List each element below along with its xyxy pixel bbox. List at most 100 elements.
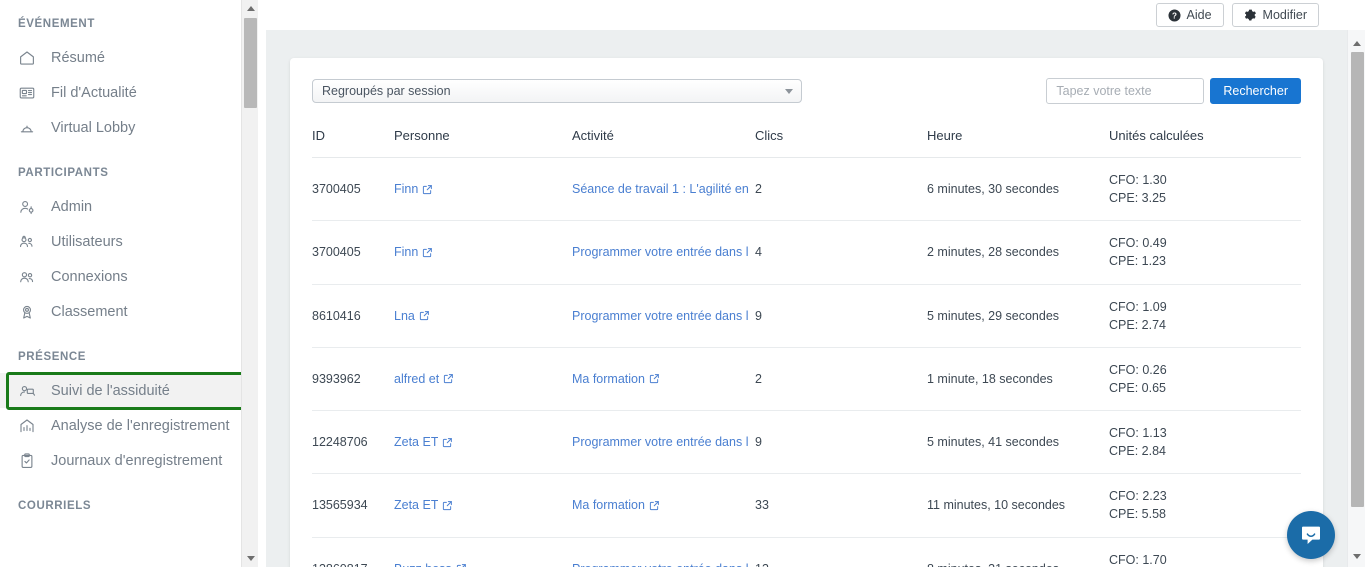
- column-header-unites[interactable]: Unités calculées: [1109, 128, 1301, 158]
- external-link-icon: [419, 310, 430, 321]
- cell-unites-calculees: CFO: 0.49 CPE: 1.23: [1109, 220, 1301, 285]
- column-header-heure[interactable]: Heure: [927, 128, 1109, 158]
- cell-personne: Lna: [394, 284, 572, 348]
- sidebar-item-admin[interactable]: Admin: [0, 189, 258, 224]
- search-button[interactable]: Rechercher: [1210, 78, 1301, 104]
- person-link[interactable]: alfred et: [394, 372, 454, 386]
- cell-personne: alfred et: [394, 347, 572, 412]
- home-icon: [18, 48, 40, 68]
- grouping-select[interactable]: Regroupés par session: [312, 79, 802, 103]
- sidebar-item-analyse-de-l-enregistrement[interactable]: Analyse de l'enregistrement: [0, 408, 258, 443]
- analytics-icon: [18, 416, 40, 436]
- person-name: Lna: [394, 308, 415, 323]
- cell-clics: 33: [755, 473, 927, 538]
- column-header-personne[interactable]: Personne: [394, 128, 572, 158]
- main-scrollbar-thumb[interactable]: [1351, 52, 1364, 507]
- sidebar-item-connexions[interactable]: Connexions: [0, 259, 258, 294]
- sidebar-item-label: Admin: [51, 198, 93, 215]
- table-row: 13860817Buzz boss Programmer votre entrée…: [312, 537, 1301, 567]
- unit-cfo: CFO: 1.70: [1109, 552, 1167, 567]
- sidebar-item-label: Utilisateurs: [51, 233, 123, 250]
- sidebar-item-label: Analyse de l'enregistrement: [51, 417, 230, 434]
- column-header-id[interactable]: ID: [312, 128, 394, 158]
- person-name: Buzz boss: [394, 562, 452, 567]
- activity-link[interactable]: Programmer votre entrée dans l'e...: [572, 562, 749, 567]
- sidebar-section-title: PRÉSENCE: [18, 351, 87, 363]
- sidebar-item-r-sum[interactable]: Résumé: [0, 40, 258, 75]
- main-scrollbar[interactable]: [1347, 30, 1365, 567]
- table-row: 12248706 Zeta ET Programmer votre entrée d…: [312, 410, 1301, 475]
- sidebar-item-virtual-lobby[interactable]: Virtual Lobby: [0, 110, 258, 145]
- sidebar-item-utilisateurs[interactable]: Utilisateurs: [0, 224, 258, 259]
- gear-icon: [1244, 9, 1257, 22]
- sidebar-scrollbar[interactable]: [241, 0, 258, 567]
- unit-cfo: CFO: 1.30: [1109, 173, 1167, 187]
- search-input[interactable]: [1046, 78, 1205, 104]
- connections-icon: [18, 267, 40, 287]
- person-link[interactable]: Zeta ET: [394, 498, 453, 512]
- person-link[interactable]: Finn: [394, 245, 433, 259]
- grouping-select-wrapper[interactable]: Regroupés par session: [312, 79, 802, 103]
- cell-activite: Ma formation: [572, 473, 755, 538]
- sidebar-item-fil-d-actualit[interactable]: Fil d'Actualité: [0, 75, 258, 110]
- external-link-icon: [649, 373, 660, 384]
- person-link[interactable]: Lna: [394, 309, 430, 323]
- app-root: ÉVÉNEMENT Résumé Fil d'Actualité Virtual Lo…: [0, 0, 1365, 567]
- activity-link[interactable]: Programmer votre entrée dans l'e...: [572, 245, 749, 259]
- cell-personne: Zeta ET: [394, 473, 572, 538]
- cell-activite: Séance de travail 1 : L'agilité en p...: [572, 157, 755, 222]
- cell-id: 9393962: [312, 347, 394, 412]
- edit-button[interactable]: Modifier: [1231, 3, 1319, 27]
- cell-unites-calculees: CFO: 1.70CPE: 4.25: [1109, 537, 1301, 567]
- activity-link[interactable]: Ma formation: [572, 498, 660, 512]
- unit-cfo: CFO: 0.26: [1109, 362, 1167, 377]
- cell-personne: Finn: [394, 157, 572, 222]
- main-scroll-down-icon[interactable]: [1348, 547, 1365, 565]
- sidebar-item-label: Résumé: [51, 49, 105, 66]
- cell-heure: 5 minutes, 29 secondes: [927, 284, 1109, 348]
- attendance-card: Regroupés par session Rechercher: [290, 58, 1323, 567]
- column-header-activite[interactable]: Activité: [572, 128, 755, 158]
- attendance-table: ID Personne Activité Clics Heure Unités …: [312, 128, 1301, 567]
- intercom-chat-button[interactable]: [1287, 511, 1335, 559]
- column-header-clics[interactable]: Clics: [755, 128, 927, 158]
- cell-personne: Finn: [394, 220, 572, 285]
- sidebar-item-label: Connexions: [51, 268, 128, 285]
- cell-id: 13860817: [312, 537, 394, 567]
- cell-clics: 9: [755, 284, 927, 348]
- external-link-icon: [456, 563, 467, 567]
- cell-activite: Programmer votre entrée dans l'e...: [572, 410, 755, 475]
- person-name: alfred et: [394, 371, 440, 386]
- sidebar-item-classement[interactable]: Classement: [0, 294, 258, 329]
- table-header: ID Personne Activité Clics Heure Unités …: [312, 128, 1301, 158]
- main-scroll-up-icon[interactable]: [1348, 34, 1365, 52]
- unit-cfo: CFO: 1.09: [1109, 299, 1167, 314]
- table-row: 3700405 Finn Programmer votre entrée dans …: [312, 220, 1301, 285]
- external-link-icon: [442, 437, 453, 448]
- cell-personne: Buzz boss: [394, 537, 572, 567]
- person-link[interactable]: Buzz boss: [394, 562, 467, 567]
- person-link[interactable]: Finn: [394, 182, 433, 196]
- activity-link[interactable]: Séance de travail 1 : L'agilité en p...: [572, 182, 749, 196]
- person-link[interactable]: Zeta ET: [394, 435, 453, 449]
- cell-heure: 2 minutes, 28 secondes: [927, 220, 1109, 285]
- sidebar-scrollbar-thumb[interactable]: [244, 18, 257, 108]
- sidebar-item-journaux-d-enregistrement[interactable]: Journaux d'enregistrement: [0, 443, 258, 478]
- cell-id: 3700405: [312, 220, 394, 285]
- unit-cfo: CFO: 0.49: [1109, 236, 1167, 251]
- activity-name: Ma formation: [572, 498, 645, 513]
- cell-unites-calculees: CFO: 1.30 CPE: 3.25: [1109, 157, 1301, 222]
- help-button[interactable]: ? Aide: [1155, 3, 1224, 27]
- sidebar-scroll-up-icon[interactable]: [242, 0, 258, 17]
- activity-link[interactable]: Programmer votre entrée dans l'e...: [572, 309, 749, 323]
- search-group: Rechercher: [1046, 78, 1301, 104]
- sidebar-item-suivi-de-l-assiduit[interactable]: Suivi de l'assiduité: [0, 371, 258, 410]
- sidebar-item-label: Fil d'Actualité: [51, 84, 137, 101]
- top-toolbar: ? Aide Modifier: [258, 0, 1365, 30]
- activity-link[interactable]: Programmer votre entrée dans l'e...: [572, 435, 749, 449]
- activity-link[interactable]: Ma formation: [572, 372, 660, 386]
- table-row: 8610416 Lna Programmer votre entrée dans l…: [312, 284, 1301, 348]
- main-panel: ? Aide Modifier Regroupés par session Ta…: [258, 0, 1365, 567]
- sidebar-scroll-down-icon[interactable]: [242, 550, 258, 567]
